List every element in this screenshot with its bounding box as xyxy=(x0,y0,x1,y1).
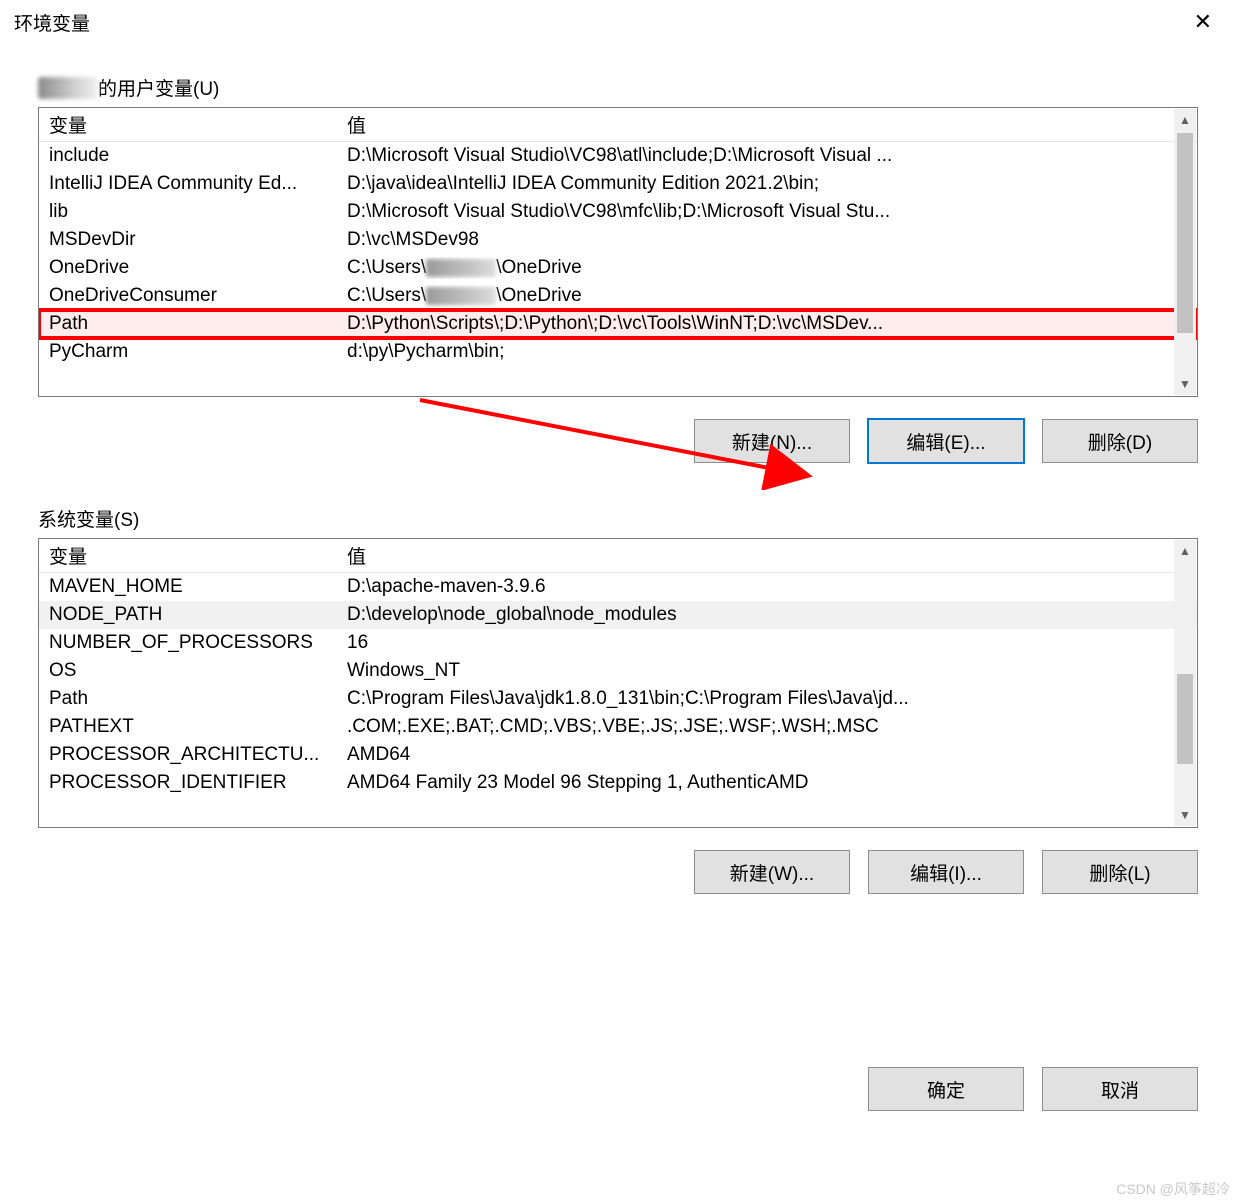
variable-name: OneDriveConsumer xyxy=(49,285,347,307)
system-list-body[interactable]: MAVEN_HOMED:\apache-maven-3.9.6NODE_PATH… xyxy=(39,573,1197,827)
variable-name: PATHEXT xyxy=(49,716,347,738)
table-row[interactable]: PROCESSOR_IDENTIFIERAMD64 Family 23 Mode… xyxy=(39,769,1197,797)
variable-value: .COM;.EXE;.BAT;.CMD;.VBS;.VBE;.JS;.JSE;.… xyxy=(347,716,1187,738)
dialog-button-row: 确定 取消 xyxy=(868,1067,1198,1111)
variable-name: PROCESSOR_IDENTIFIER xyxy=(49,772,347,794)
table-row[interactable]: MAVEN_HOMED:\apache-maven-3.9.6 xyxy=(39,573,1197,601)
variable-name: NUMBER_OF_PROCESSORS xyxy=(49,632,347,654)
header-value[interactable]: 值 xyxy=(347,542,1187,569)
redacted-text xyxy=(426,259,496,277)
system-list-header[interactable]: 变量 值 xyxy=(39,539,1197,573)
user-list-body[interactable]: includeD:\Microsoft Visual Studio\VC98\a… xyxy=(39,142,1197,396)
user-variables-listbox[interactable]: 变量 值 includeD:\Microsoft Visual Studio\V… xyxy=(38,107,1198,397)
table-row[interactable]: OneDriveC:\Users\\OneDrive xyxy=(39,254,1197,282)
scroll-thumb[interactable] xyxy=(1177,674,1193,764)
table-row[interactable]: NODE_PATHD:\develop\node_global\node_mod… xyxy=(39,601,1197,629)
user-scrollbar[interactable]: ▲ ▼ xyxy=(1174,109,1196,395)
system-delete-button[interactable]: 删除(L) xyxy=(1042,850,1198,894)
redacted-username xyxy=(38,77,98,99)
system-button-row: 新建(W)... 编辑(I)... 删除(L) xyxy=(38,850,1198,894)
variable-name: Path xyxy=(49,688,347,710)
variable-value: AMD64 Family 23 Model 96 Stepping 1, Aut… xyxy=(347,772,1187,794)
table-row[interactable]: PROCESSOR_ARCHITECTU...AMD64 xyxy=(39,741,1197,769)
variable-value: AMD64 xyxy=(347,744,1187,766)
table-row[interactable]: OneDriveConsumerC:\Users\\OneDrive xyxy=(39,282,1197,310)
system-section-label: 系统变量(S) xyxy=(38,505,1198,532)
variable-name: PyCharm xyxy=(49,341,347,363)
variable-value: C:\Program Files\Java\jdk1.8.0_131\bin;C… xyxy=(347,688,1187,710)
ok-button[interactable]: 确定 xyxy=(868,1067,1024,1111)
variable-name: lib xyxy=(49,201,347,223)
variable-value: D:\Microsoft Visual Studio\VC98\atl\incl… xyxy=(347,145,1187,167)
table-row[interactable]: PathC:\Program Files\Java\jdk1.8.0_131\b… xyxy=(39,685,1197,713)
table-row[interactable]: PyCharmd:\py\Pycharm\bin; xyxy=(39,338,1197,366)
table-row[interactable]: PathD:\Python\Scripts\;D:\Python\;D:\vc\… xyxy=(39,310,1197,338)
scroll-thumb[interactable] xyxy=(1177,133,1193,333)
header-variable[interactable]: 变量 xyxy=(49,542,347,569)
system-scrollbar[interactable]: ▲ ▼ xyxy=(1174,540,1196,826)
scroll-up-icon[interactable]: ▲ xyxy=(1174,540,1196,562)
table-row[interactable]: libD:\Microsoft Visual Studio\VC98\mfc\l… xyxy=(39,198,1197,226)
user-button-row: 新建(N)... 编辑(E)... 删除(D) xyxy=(38,419,1198,463)
header-variable[interactable]: 变量 xyxy=(49,111,347,138)
variable-value: D:\Microsoft Visual Studio\VC98\mfc\lib;… xyxy=(347,201,1187,223)
table-row[interactable]: includeD:\Microsoft Visual Studio\VC98\a… xyxy=(39,142,1197,170)
scroll-up-icon[interactable]: ▲ xyxy=(1174,109,1196,131)
variable-value: Windows_NT xyxy=(347,660,1187,682)
variable-value: d:\py\Pycharm\bin; xyxy=(347,341,1187,363)
table-row[interactable]: PATHEXT.COM;.EXE;.BAT;.CMD;.VBS;.VBE;.JS… xyxy=(39,713,1197,741)
user-section-label: 的用户变量(U) xyxy=(38,74,1198,101)
variable-value: D:\Python\Scripts\;D:\Python\;D:\vc\Tool… xyxy=(347,313,1187,335)
variable-name: Path xyxy=(49,313,347,335)
variable-name: PROCESSOR_ARCHITECTU... xyxy=(49,744,347,766)
variable-value: D:\java\idea\IntelliJ IDEA Community Edi… xyxy=(347,173,1187,195)
table-row[interactable]: IntelliJ IDEA Community Ed...D:\java\ide… xyxy=(39,170,1197,198)
variable-name: MAVEN_HOME xyxy=(49,576,347,598)
variable-name: OneDrive xyxy=(49,257,347,279)
variable-value: C:\Users\\OneDrive xyxy=(347,257,1187,279)
redacted-text xyxy=(426,287,496,305)
table-row[interactable]: NUMBER_OF_PROCESSORS16 xyxy=(39,629,1197,657)
cancel-button[interactable]: 取消 xyxy=(1042,1067,1198,1111)
user-section-label-text: 的用户变量(U) xyxy=(98,74,219,101)
user-list-header[interactable]: 变量 值 xyxy=(39,108,1197,142)
system-variables-section: 系统变量(S) 变量 值 MAVEN_HOMED:\apache-maven-3… xyxy=(0,463,1236,894)
variable-name: MSDevDir xyxy=(49,229,347,251)
system-new-button[interactable]: 新建(W)... xyxy=(694,850,850,894)
variable-name: OS xyxy=(49,660,347,682)
scroll-down-icon[interactable]: ▼ xyxy=(1174,373,1196,395)
variable-value: D:\apache-maven-3.9.6 xyxy=(347,576,1187,598)
user-variables-section: 的用户变量(U) 变量 值 includeD:\Microsoft Visual… xyxy=(0,44,1236,463)
system-variables-listbox[interactable]: 变量 值 MAVEN_HOMED:\apache-maven-3.9.6NODE… xyxy=(38,538,1198,828)
system-edit-button[interactable]: 编辑(I)... xyxy=(868,850,1024,894)
user-delete-button[interactable]: 删除(D) xyxy=(1042,419,1198,463)
variable-name: NODE_PATH xyxy=(49,604,347,626)
close-icon[interactable]: ✕ xyxy=(1184,5,1222,39)
header-value[interactable]: 值 xyxy=(347,111,1187,138)
table-row[interactable]: MSDevDirD:\vc\MSDev98 xyxy=(39,226,1197,254)
window-title: 环境变量 xyxy=(14,9,90,36)
table-row[interactable]: OSWindows_NT xyxy=(39,657,1197,685)
variable-name: IntelliJ IDEA Community Ed... xyxy=(49,173,347,195)
user-new-button[interactable]: 新建(N)... xyxy=(694,419,850,463)
watermark: CSDN @风筝超冷 xyxy=(1116,1179,1230,1199)
variable-value: C:\Users\\OneDrive xyxy=(347,285,1187,307)
scroll-down-icon[interactable]: ▼ xyxy=(1174,804,1196,826)
user-edit-button[interactable]: 编辑(E)... xyxy=(868,419,1024,463)
title-bar: 环境变量 ✕ xyxy=(0,0,1236,44)
variable-name: include xyxy=(49,145,347,167)
variable-value: D:\develop\node_global\node_modules xyxy=(347,604,1187,626)
variable-value: 16 xyxy=(347,632,1187,654)
variable-value: D:\vc\MSDev98 xyxy=(347,229,1187,251)
